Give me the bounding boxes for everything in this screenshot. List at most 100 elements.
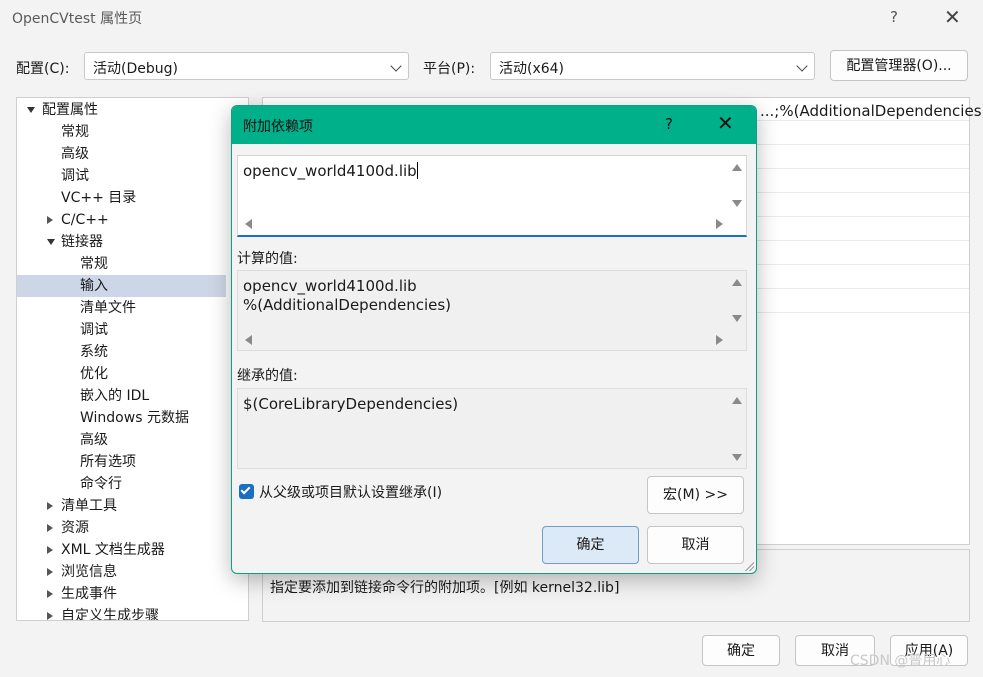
tree-item[interactable]: 高级 [17,429,248,451]
tree-item-label: 资源 [61,520,89,536]
text-caret [416,162,418,179]
collapse-arrow-icon[interactable] [47,546,53,554]
tree-item-label: 浏览信息 [61,564,117,580]
dialog-help-icon[interactable]: ? [665,115,673,133]
tree-item[interactable]: 输入 [17,275,226,297]
scroll-up-icon[interactable] [732,279,742,286]
help-icon[interactable]: ? [890,8,898,26]
collapse-arrow-icon[interactable] [47,568,53,576]
dependencies-edit-content: opencv_world4100d.lib [243,162,418,181]
collapse-arrow-icon[interactable] [47,590,53,598]
config-dropdown[interactable]: 活动(Debug) [84,52,409,80]
scroll-right-icon[interactable] [716,335,723,345]
scroll-up-icon[interactable] [732,164,742,171]
scroll-down-icon[interactable] [732,454,742,461]
dependencies-edit-field[interactable]: opencv_world4100d.lib [237,155,747,237]
platform-label: 平台(P): [423,61,476,77]
tree-item[interactable]: 优化 [17,363,248,385]
tree-item[interactable]: C/C++ [17,209,248,231]
tree-item-label: 生成事件 [61,586,117,602]
window-title-bar: OpenCVtest 属性页 ? ✕ [0,0,983,36]
inherit-checkbox-label[interactable]: 从父级或项目默认设置继承(I) [259,482,442,502]
tree-item-label: 自定义生成步骤 [61,608,159,621]
tree-item-label: 调试 [80,322,108,338]
tree-item[interactable]: 链接器 [17,231,248,253]
tree-item[interactable]: 自定义生成步骤 [17,605,248,621]
tree-item-label: 调试 [61,168,89,184]
collapse-arrow-icon[interactable] [47,216,53,224]
collapse-arrow-icon[interactable] [47,502,53,510]
tree-item[interactable]: 清单工具 [17,495,248,517]
ok-button[interactable]: 确定 [702,635,780,666]
dialog-close-icon[interactable]: ✕ [717,111,734,135]
tree-item-label: 所有选项 [80,454,136,470]
tree-item[interactable]: VC++ 目录 [17,187,248,209]
dependencies-edit-value: opencv_world4100d.lib [243,162,417,180]
tree-item[interactable]: 嵌入的 IDL [17,385,248,407]
scroll-left-icon[interactable] [245,335,252,345]
tree-item-label: 输入 [80,278,108,294]
close-icon[interactable]: ✕ [944,5,961,29]
scroll-down-icon[interactable] [732,200,742,207]
checkmark-icon [240,484,251,495]
tree-item-label: 嵌入的 IDL [80,388,150,404]
dialog-title: 附加依赖项 [243,119,313,135]
tree-item[interactable]: 配置属性 [17,99,248,121]
scroll-up-icon[interactable] [732,397,742,404]
computed-value-text: opencv_world4100d.lib %(AdditionalDepend… [243,277,452,314]
tree-item[interactable]: 所有选项 [17,451,248,473]
tree-item[interactable]: 调试 [17,319,248,341]
expand-arrow-icon[interactable] [27,107,35,113]
tree-item[interactable]: 命令行 [17,473,248,495]
platform-dropdown-value: 活动(x64) [499,61,565,77]
tree-item[interactable]: 高级 [17,143,248,165]
config-dropdown-value: 活动(Debug) [93,61,178,77]
tree-item[interactable]: XML 文档生成器 [17,539,248,561]
resize-grip-icon[interactable] [744,561,754,571]
description-text: 指定要添加到链接命令行的附加项。[例如 kernel32.lib] [270,580,620,596]
tree-item[interactable]: 生成事件 [17,583,248,605]
tree-item-label: 高级 [80,432,108,448]
scroll-down-icon[interactable] [732,315,742,322]
expand-arrow-icon[interactable] [47,239,55,245]
tree-item[interactable]: 常规 [17,121,248,143]
macro-button[interactable]: 宏(M) >> [647,476,744,514]
tree-item[interactable]: 常规 [17,253,248,275]
dialog-cancel-button[interactable]: 取消 [647,526,744,564]
inherit-checkbox[interactable] [239,484,254,499]
tree-item[interactable]: 系统 [17,341,248,363]
scroll-left-icon[interactable] [245,219,252,229]
tree-item-label: 常规 [61,124,89,140]
inherited-value-field: $(CoreLibraryDependencies) [237,388,747,469]
tree-item-label: C/C++ [61,212,109,228]
property-tree[interactable]: 配置属性 常规 高级 调试 VC++ 目录 C/C++ 链接器 常规 输入 清单文件 调试 系统 优化嵌… [16,97,249,621]
dialog-ok-button[interactable]: 确定 [542,526,639,564]
config-manager-button[interactable]: 配置管理器(O)... [830,50,968,81]
tree-item-label: 清单文件 [80,300,136,316]
collapse-arrow-icon[interactable] [47,524,53,532]
platform-dropdown[interactable]: 活动(x64) [490,52,815,80]
additional-dependencies-value[interactable]: ...;%(AdditionalDependencies) [760,102,983,120]
window-title: OpenCVtest 属性页 [12,11,143,27]
tree-item[interactable]: Windows 元数据 [17,407,248,429]
inherited-value-label: 继承的值: [237,368,298,384]
config-label: 配置(C): [16,61,70,77]
collapse-arrow-icon[interactable] [47,612,53,620]
chevron-down-icon [796,60,808,72]
computed-value-field: opencv_world4100d.lib %(AdditionalDepend… [237,270,747,351]
dialog-title-bar: 附加依赖项 ? ✕ [232,106,756,144]
tree-item-label: 链接器 [61,234,103,250]
tree-item-label: Windows 元数据 [80,410,189,426]
scroll-right-icon[interactable] [716,219,723,229]
tree-item[interactable]: 浏览信息 [17,561,248,583]
tree-item-label: 配置属性 [42,102,98,118]
tree-item-label: 优化 [80,366,108,382]
additional-dependencies-dialog: 附加依赖项 ? ✕ opencv_world4100d.lib 计算的值: op… [231,105,757,574]
chevron-down-icon [390,60,402,72]
tree-item-label: XML 文档生成器 [61,542,165,558]
tree-item[interactable]: 调试 [17,165,248,187]
tree-item[interactable]: 清单文件 [17,297,248,319]
tree-item-label: 命令行 [80,476,122,492]
tree-item-label: 系统 [80,344,108,360]
tree-item[interactable]: 资源 [17,517,248,539]
